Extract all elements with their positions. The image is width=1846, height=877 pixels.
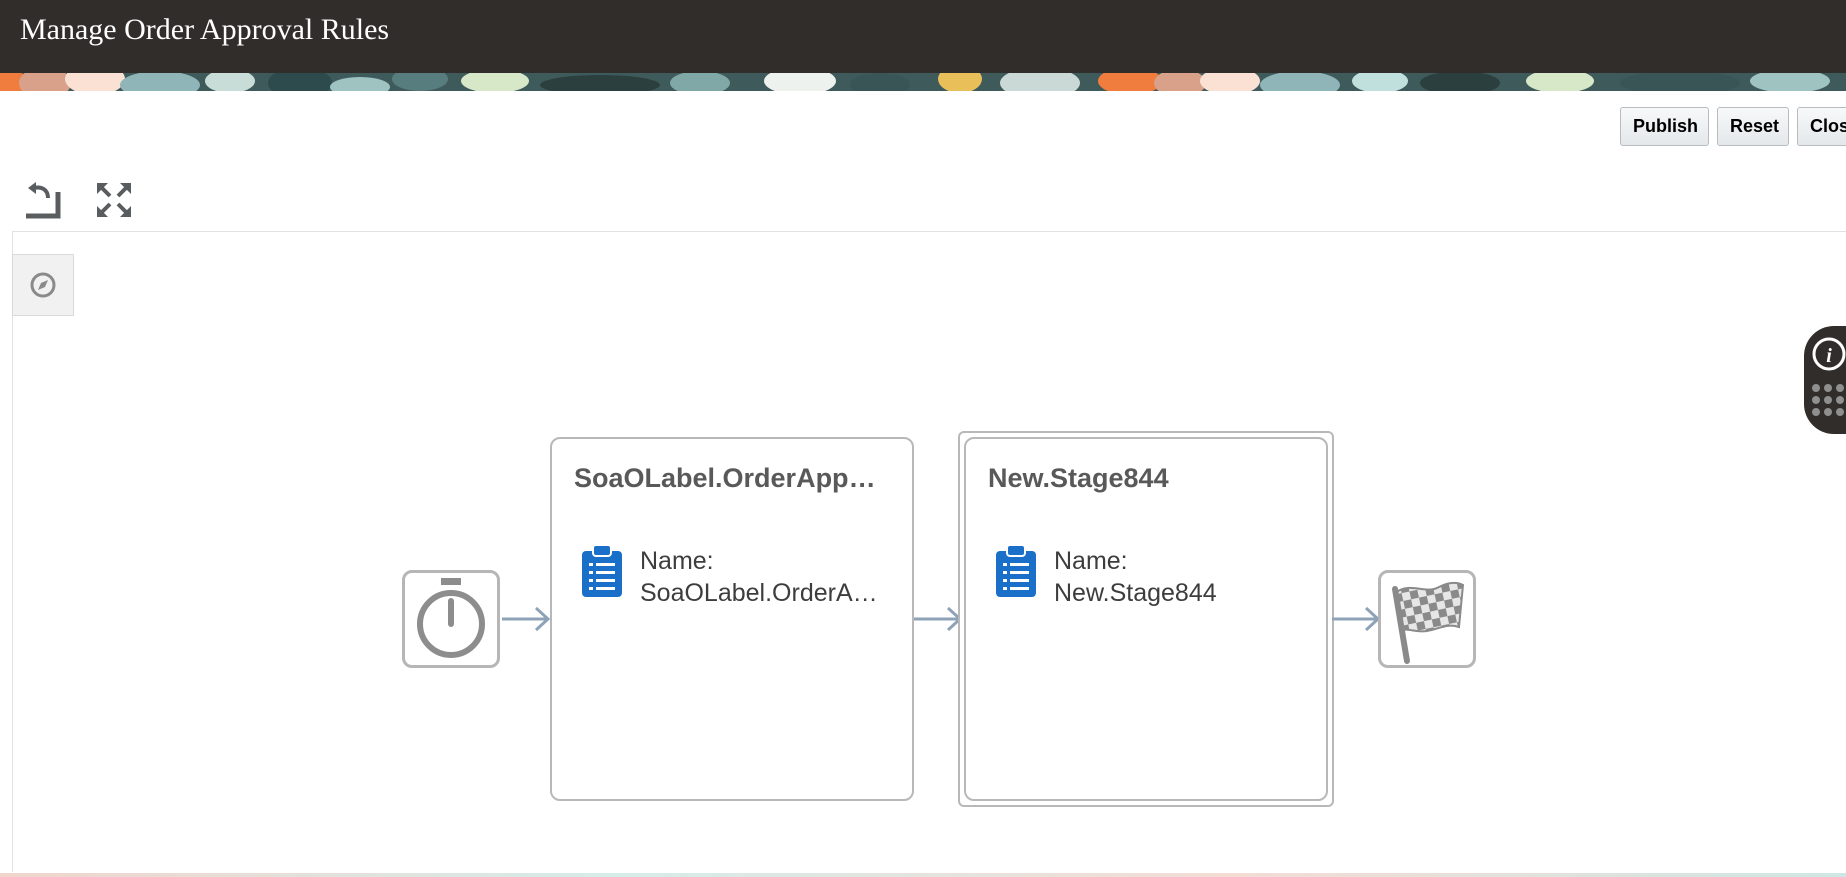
reset-button[interactable]: Reset <box>1717 107 1789 146</box>
clipboard-icon <box>582 544 622 597</box>
stopwatch-icon <box>417 578 485 658</box>
grid-dots-icon[interactable] <box>1812 384 1844 416</box>
item-name-value: New.Stage844 <box>1054 579 1217 607</box>
close-button[interactable]: Close <box>1797 107 1846 146</box>
navigator-toggle[interactable] <box>12 254 74 316</box>
item-name-value: SoaOLabel.OrderApprovalStage <box>640 579 880 607</box>
flow-connector <box>502 606 551 632</box>
stage-title: New.Stage844 <box>988 463 1169 493</box>
diagram-canvas[interactable] <box>12 231 1846 872</box>
footer-edge <box>0 873 1846 877</box>
checkered-flag-icon <box>1392 581 1465 664</box>
flow-connector <box>914 606 963 632</box>
end-node[interactable] <box>1378 570 1476 668</box>
stage-participant-item[interactable]: Name: New.Stage844 <box>994 543 1314 613</box>
stage-title: SoaOLabel.OrderApprovalStage <box>574 463 884 493</box>
flow-connector <box>1332 606 1381 632</box>
compass-icon <box>30 272 56 298</box>
stage-participant-item[interactable]: Name: SoaOLabel.OrderApprovalStage <box>580 543 900 613</box>
undo-layout-icon[interactable] <box>24 180 64 220</box>
page-header: Manage Order Approval Rules <box>0 0 1846 73</box>
expand-icon[interactable] <box>94 180 134 220</box>
clipboard-icon <box>996 544 1036 597</box>
side-panel-drawer[interactable]: i <box>1804 326 1846 434</box>
info-icon[interactable]: i <box>1812 337 1846 371</box>
svg-text:i: i <box>1826 345 1832 367</box>
publish-button[interactable]: Publish <box>1620 107 1709 146</box>
item-name-label: Name: <box>1054 547 1128 575</box>
page-title: Manage Order Approval Rules <box>20 13 390 46</box>
start-node[interactable] <box>402 570 500 668</box>
decorative-banner <box>0 73 1846 91</box>
item-name-label: Name: <box>640 547 714 575</box>
stage-card[interactable]: SoaOLabel.OrderApprovalStage Name: SoaOL… <box>550 437 914 801</box>
stage-card-selected[interactable]: New.Stage844 Name: New.Stage844 <box>958 431 1334 807</box>
